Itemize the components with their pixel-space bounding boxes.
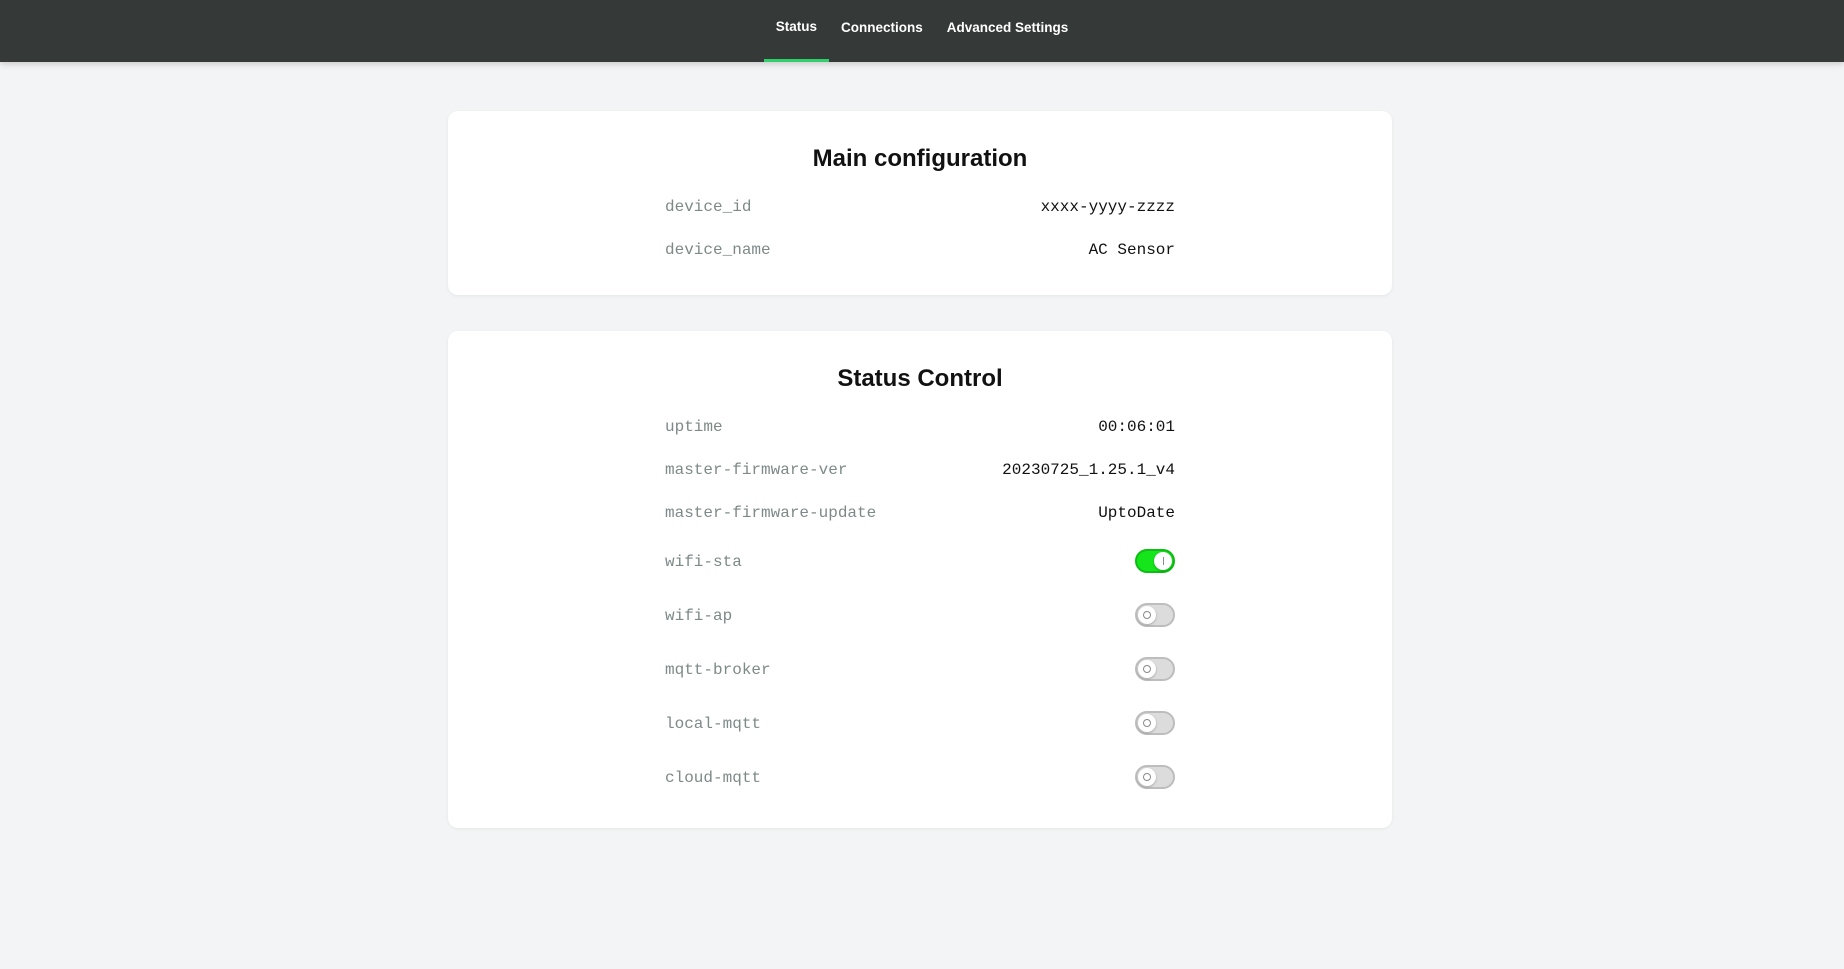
toggle-row-wifi-sta: wifi-sta [665,549,1175,574]
cloud-mqtt-label: cloud-mqtt [665,769,762,787]
main-configuration-card: Main configuration device_id xxxx-yyyy-z… [448,111,1392,295]
wifi-sta-toggle[interactable] [1135,549,1175,573]
toggle-knob [1138,606,1156,624]
toggle-knob [1138,714,1156,732]
firmware-update-label: master-firmware-update [665,504,877,522]
tab-connections-label: Connections [840,20,923,35]
status-row-uptime: uptime 00:06:01 [665,415,1175,439]
uptime-value: 00:06:01 [1098,418,1175,436]
device-name-label: device_name [665,241,771,259]
tab-advanced-settings[interactable]: Advanced Settings [935,0,1081,62]
uptime-label: uptime [665,418,723,436]
cloud-mqtt-toggle[interactable] [1135,765,1175,789]
toggle-off-mark-icon [1143,611,1151,619]
status-control-card: Status Control uptime 00:06:01 master-fi… [448,331,1392,828]
status-row-firmware-update: master-firmware-update UptoDate [665,501,1175,525]
toggle-row-wifi-ap: wifi-ap [665,603,1175,628]
toggle-on-mark-icon [1162,557,1164,565]
device-id-value: xxxx-yyyy-zzzz [1040,198,1175,216]
mqtt-broker-toggle[interactable] [1135,657,1175,681]
main-configuration-title: Main configuration [812,145,1028,172]
tab-status-label: Status [775,19,817,34]
device-name-value: AC Sensor [1088,241,1175,259]
status-row-firmware-ver: master-firmware-ver 20230725_1.25.1_v4 [665,458,1175,482]
top-navigation-bar: Status Connections Advanced Settings [0,0,1844,62]
tab-status[interactable]: Status [763,0,829,62]
toggle-off-mark-icon [1143,773,1151,781]
local-mqtt-toggle[interactable] [1135,711,1175,735]
toggle-row-local-mqtt: local-mqtt [665,711,1175,736]
config-row-device-id: device_id xxxx-yyyy-zzzz [665,195,1175,219]
firmware-ver-label: master-firmware-ver [665,461,848,479]
mqtt-broker-label: mqtt-broker [665,661,771,679]
tab-advanced-settings-label: Advanced Settings [946,20,1069,35]
wifi-ap-toggle[interactable] [1135,603,1175,627]
nav-tabs: Status Connections Advanced Settings [0,0,1844,62]
local-mqtt-label: local-mqtt [665,715,762,733]
firmware-ver-value: 20230725_1.25.1_v4 [1002,461,1175,479]
config-row-device-name: device_name AC Sensor [665,238,1175,262]
wifi-sta-label: wifi-sta [665,553,742,571]
toggle-knob [1154,552,1172,570]
wifi-ap-label: wifi-ap [665,607,733,625]
toggle-off-mark-icon [1143,719,1151,727]
toggle-row-cloud-mqtt: cloud-mqtt [665,765,1175,790]
toggle-row-mqtt-broker: mqtt-broker [665,657,1175,682]
toggle-knob [1138,660,1156,678]
status-control-title: Status Control [837,365,1003,392]
device-id-label: device_id [665,198,752,216]
active-tab-indicator [763,59,829,62]
firmware-update-value: UptoDate [1098,504,1175,522]
toggle-off-mark-icon [1143,665,1151,673]
tab-connections[interactable]: Connections [829,0,935,62]
toggle-knob [1138,768,1156,786]
